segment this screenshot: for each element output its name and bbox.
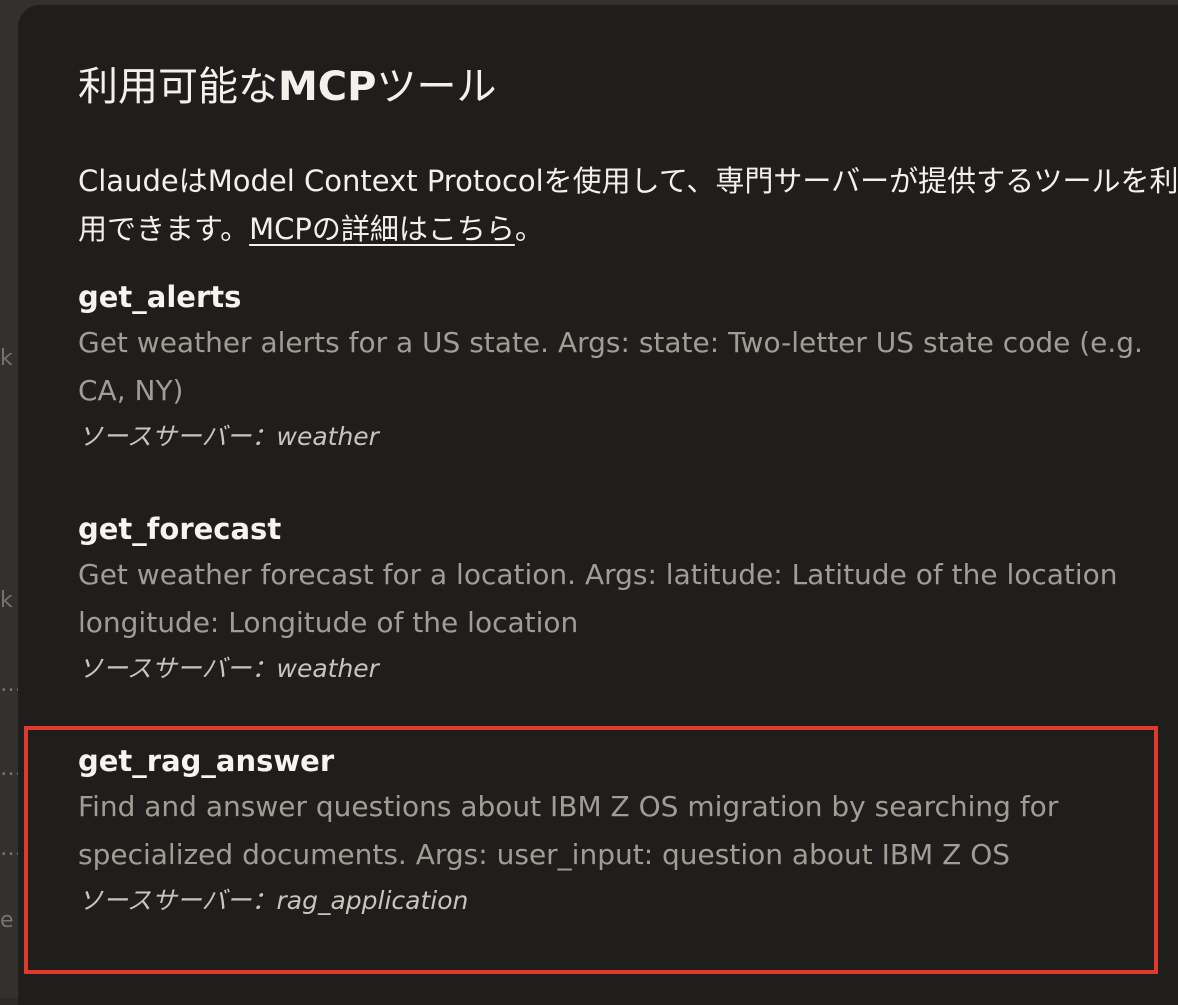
dialog-title: 利用可能なMCPツール xyxy=(78,61,496,113)
tool-description: Get weather alerts for a US state. Args:… xyxy=(78,326,1143,407)
tool-item-get-forecast: get_forecast Get weather forecast for a … xyxy=(78,507,1148,689)
intro-end: 。 xyxy=(514,212,544,246)
tool-source-server: ソースサーバー：weather xyxy=(78,654,379,683)
background-text-fragment: k xyxy=(0,590,13,612)
title-prefix: 利用可能な xyxy=(78,64,278,110)
tool-name: get_rag_answer xyxy=(78,744,335,778)
tool-description: Find and answer questions about IBM Z OS… xyxy=(78,790,1059,871)
title-mcp: MCP xyxy=(278,64,377,110)
intro-paragraph: ClaudeはModel Context Protocolを使用して、専門サーバ… xyxy=(78,157,1178,253)
title-suffix: ツール xyxy=(376,64,497,110)
tool-description: Get weather forecast for a location. Arg… xyxy=(78,558,1118,639)
tool-name: get_forecast xyxy=(78,512,282,546)
background-text-fragment: … xyxy=(0,838,18,860)
background-text-fragment: k xyxy=(0,348,13,370)
tool-source-server: ソースサーバー：weather xyxy=(78,422,379,451)
tool-item-get-alerts: get_alerts Get weather alerts for a US s… xyxy=(78,275,1148,457)
tool-item-get-rag-answer: get_rag_answer Find and answer questions… xyxy=(78,739,1148,921)
tool-source-server: ソースサーバー：rag_application xyxy=(78,886,469,915)
tool-name: get_alerts xyxy=(78,280,242,314)
intro-text: ClaudeはModel Context Protocolを使用して、専門サーバ… xyxy=(78,164,1178,246)
mcp-tools-dialog: 利用可能なMCPツール ClaudeはModel Context Protoco… xyxy=(18,5,1178,1005)
background-text-fragment: e xyxy=(0,910,14,932)
mcp-details-link[interactable]: MCPの詳細はこちら xyxy=(249,212,515,246)
background-text-fragment: … xyxy=(0,758,18,780)
background-text-fragment: … xyxy=(0,674,18,696)
